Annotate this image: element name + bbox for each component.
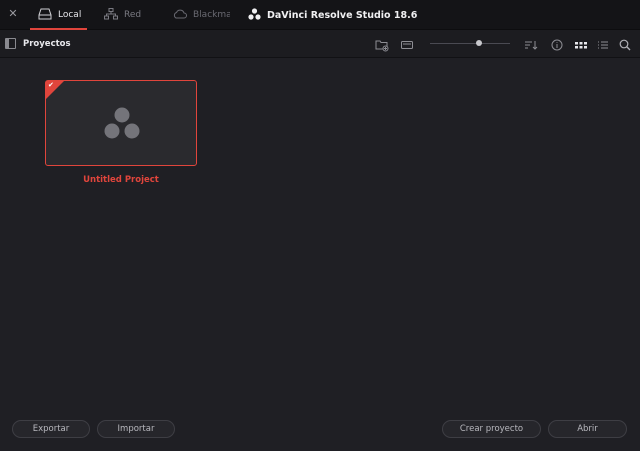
checkmark-icon: ✔ [48,81,54,89]
toolbar-title: Proyectos [23,39,71,49]
app-title: DaVinci Resolve Studio 18.6 [248,0,417,30]
project-name[interactable]: Untitled Project [45,175,197,185]
top-bar: ✕ Local Red Blackmag [0,0,640,30]
tab-blackmagic-label: Blackmag [193,10,230,20]
davinci-logo-icon [248,7,261,23]
info-icon[interactable] [550,37,564,51]
tab-local-label: Local [58,10,82,20]
list-view-icon[interactable] [596,37,610,51]
open-button[interactable]: Abrir [548,420,627,438]
thumbnail-size-slider[interactable] [430,43,510,44]
import-button[interactable]: Importar [97,420,175,438]
cloud-icon [172,9,187,22]
sort-icon[interactable] [524,37,538,51]
davinci-placeholder-logo-icon [102,105,142,141]
tab-blackmagic-cloud[interactable]: Blackmag [172,0,230,30]
close-icon[interactable]: ✕ [6,7,20,21]
tab-red[interactable]: Red [104,0,141,30]
tab-local[interactable]: Local [30,0,87,30]
network-icon [104,7,118,23]
search-icon[interactable] [618,37,632,51]
app-title-text: DaVinci Resolve Studio 18.6 [267,9,418,21]
export-button[interactable]: Exportar [12,420,90,438]
drive-icon [38,8,52,23]
grid-view-icon[interactable] [574,37,588,51]
slider-handle[interactable] [476,40,482,46]
tab-red-label: Red [124,10,142,20]
projects-toolbar: Proyectos [0,30,640,58]
dynamic-project-switching-icon[interactable] [400,37,414,51]
project-thumbnail[interactable]: ✔ [45,80,197,166]
new-folder-icon[interactable] [375,37,389,52]
create-project-button[interactable]: Crear proyecto [442,420,541,438]
sidebar-toggle-icon[interactable] [5,38,16,49]
